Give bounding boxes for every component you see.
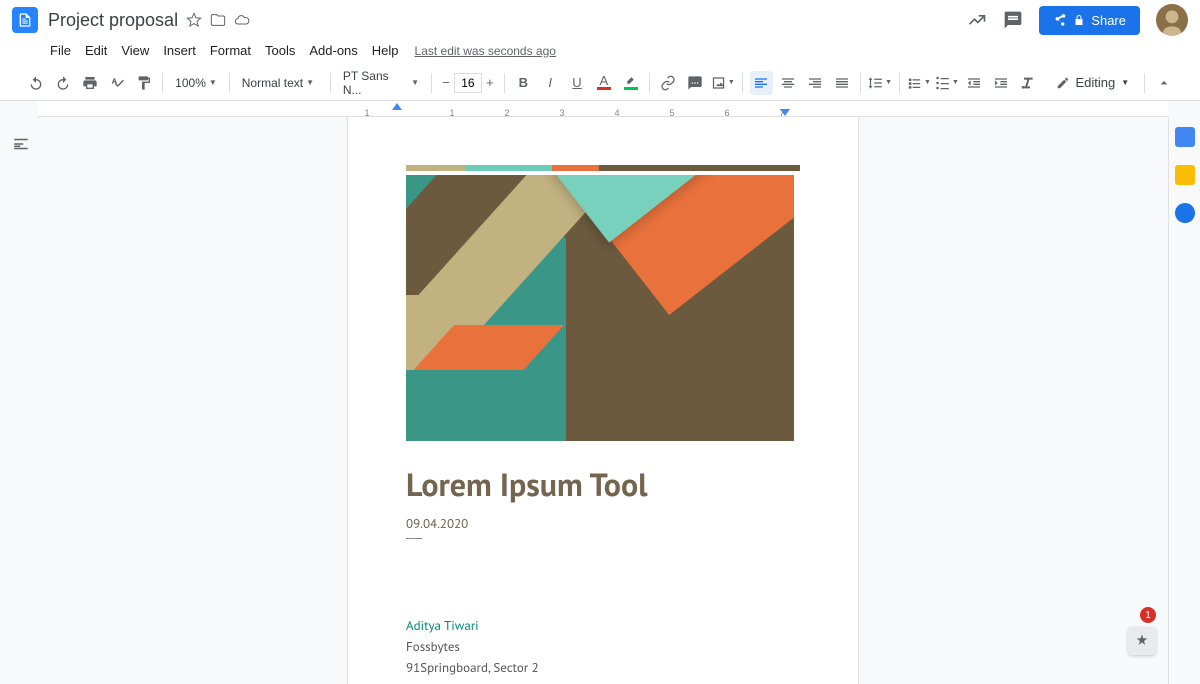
font-size-input[interactable]	[454, 73, 482, 93]
menu-bar: File Edit View Insert Format Tools Add-o…	[0, 40, 1200, 65]
editing-mode-select[interactable]: Editing ▼	[1048, 71, 1138, 94]
align-center-button[interactable]	[777, 71, 800, 95]
horizontal-ruler[interactable]: 1 1 2 3 4 5 6 7	[38, 101, 1168, 117]
tasks-icon[interactable]	[1175, 203, 1195, 223]
workspace: Lorem Ipsum Tool 09.04.2020 Aditya Tiwar…	[0, 117, 1200, 684]
link-button[interactable]	[657, 71, 680, 95]
align-justify-button[interactable]	[830, 71, 853, 95]
line-spacing-button[interactable]: ▼	[868, 71, 892, 95]
calendar-icon[interactable]	[1175, 127, 1195, 147]
company-name: Fossbytes	[406, 638, 800, 655]
underline-button[interactable]: U	[566, 71, 589, 95]
app-header: Project proposal Share	[0, 0, 1200, 40]
header-stripe	[406, 165, 800, 171]
font-size-control[interactable]: − +	[439, 71, 497, 95]
menu-file[interactable]: File	[44, 40, 77, 61]
toolbar: 100%▼ Normal text▼ PT Sans N...▼ − + B I…	[0, 65, 1200, 101]
checklist-button[interactable]: ▼	[907, 71, 931, 95]
menu-insert[interactable]: Insert	[157, 40, 202, 61]
clear-formatting-button[interactable]	[1017, 71, 1040, 95]
comment-button[interactable]	[684, 71, 707, 95]
keep-icon[interactable]	[1175, 165, 1195, 185]
page: Lorem Ipsum Tool 09.04.2020 Aditya Tiwar…	[348, 117, 858, 684]
doc-date: 09.04.2020	[406, 515, 800, 532]
highlight-button[interactable]	[619, 71, 642, 95]
hide-menus-button[interactable]	[1152, 71, 1175, 95]
star-icon[interactable]	[186, 12, 202, 28]
align-left-button[interactable]	[750, 71, 773, 95]
font-select[interactable]: PT Sans N...▼	[338, 71, 424, 95]
menu-format[interactable]: Format	[204, 40, 257, 61]
menu-edit[interactable]: Edit	[79, 40, 113, 61]
align-right-button[interactable]	[803, 71, 826, 95]
comments-icon[interactable]	[1003, 10, 1023, 30]
document-title[interactable]: Project proposal	[48, 10, 178, 31]
text-color-button[interactable]: A	[592, 71, 615, 95]
italic-button[interactable]: I	[539, 71, 562, 95]
share-button[interactable]: Share	[1039, 6, 1140, 35]
menu-addons[interactable]: Add-ons	[303, 40, 363, 61]
doc-heading: Lorem Ipsum Tool	[406, 463, 800, 505]
font-size-decrease[interactable]: −	[439, 71, 453, 95]
hero-image	[406, 175, 794, 441]
outline-toggle-icon[interactable]	[12, 135, 30, 153]
style-select[interactable]: Normal text▼	[237, 71, 323, 95]
menu-tools[interactable]: Tools	[259, 40, 301, 61]
docs-logo-icon[interactable]	[12, 7, 38, 33]
address-line: 91Springboard, Sector 2	[406, 659, 800, 676]
ruler-row: 1 1 2 3 4 5 6 7	[0, 101, 1200, 117]
side-panel	[1168, 117, 1200, 684]
notification-badge[interactable]: 1	[1140, 607, 1156, 623]
divider	[406, 538, 422, 539]
menu-view[interactable]: View	[115, 40, 155, 61]
paint-format-button[interactable]	[132, 71, 155, 95]
bullet-list-button[interactable]: ▼	[935, 71, 959, 95]
indent-increase-button[interactable]	[990, 71, 1013, 95]
zoom-select[interactable]: 100%▼	[170, 71, 222, 95]
author-name: Aditya Tiwari	[406, 617, 800, 634]
document-canvas[interactable]: Lorem Ipsum Tool 09.04.2020 Aditya Tiwar…	[38, 117, 1168, 684]
explore-button[interactable]	[1128, 627, 1156, 655]
indent-decrease-button[interactable]	[963, 71, 986, 95]
font-size-increase[interactable]: +	[483, 71, 497, 95]
cloud-icon[interactable]	[234, 12, 250, 28]
spellcheck-button[interactable]	[106, 71, 129, 95]
menu-help[interactable]: Help	[366, 40, 405, 61]
image-button[interactable]: ▼	[711, 71, 735, 95]
last-edit-link[interactable]: Last edit was seconds ago	[415, 44, 556, 58]
bold-button[interactable]: B	[512, 71, 535, 95]
user-avatar[interactable]	[1156, 4, 1188, 36]
move-icon[interactable]	[210, 12, 226, 28]
activity-icon[interactable]	[967, 10, 987, 30]
undo-button[interactable]	[25, 71, 48, 95]
print-button[interactable]	[79, 71, 102, 95]
redo-button[interactable]	[52, 71, 75, 95]
